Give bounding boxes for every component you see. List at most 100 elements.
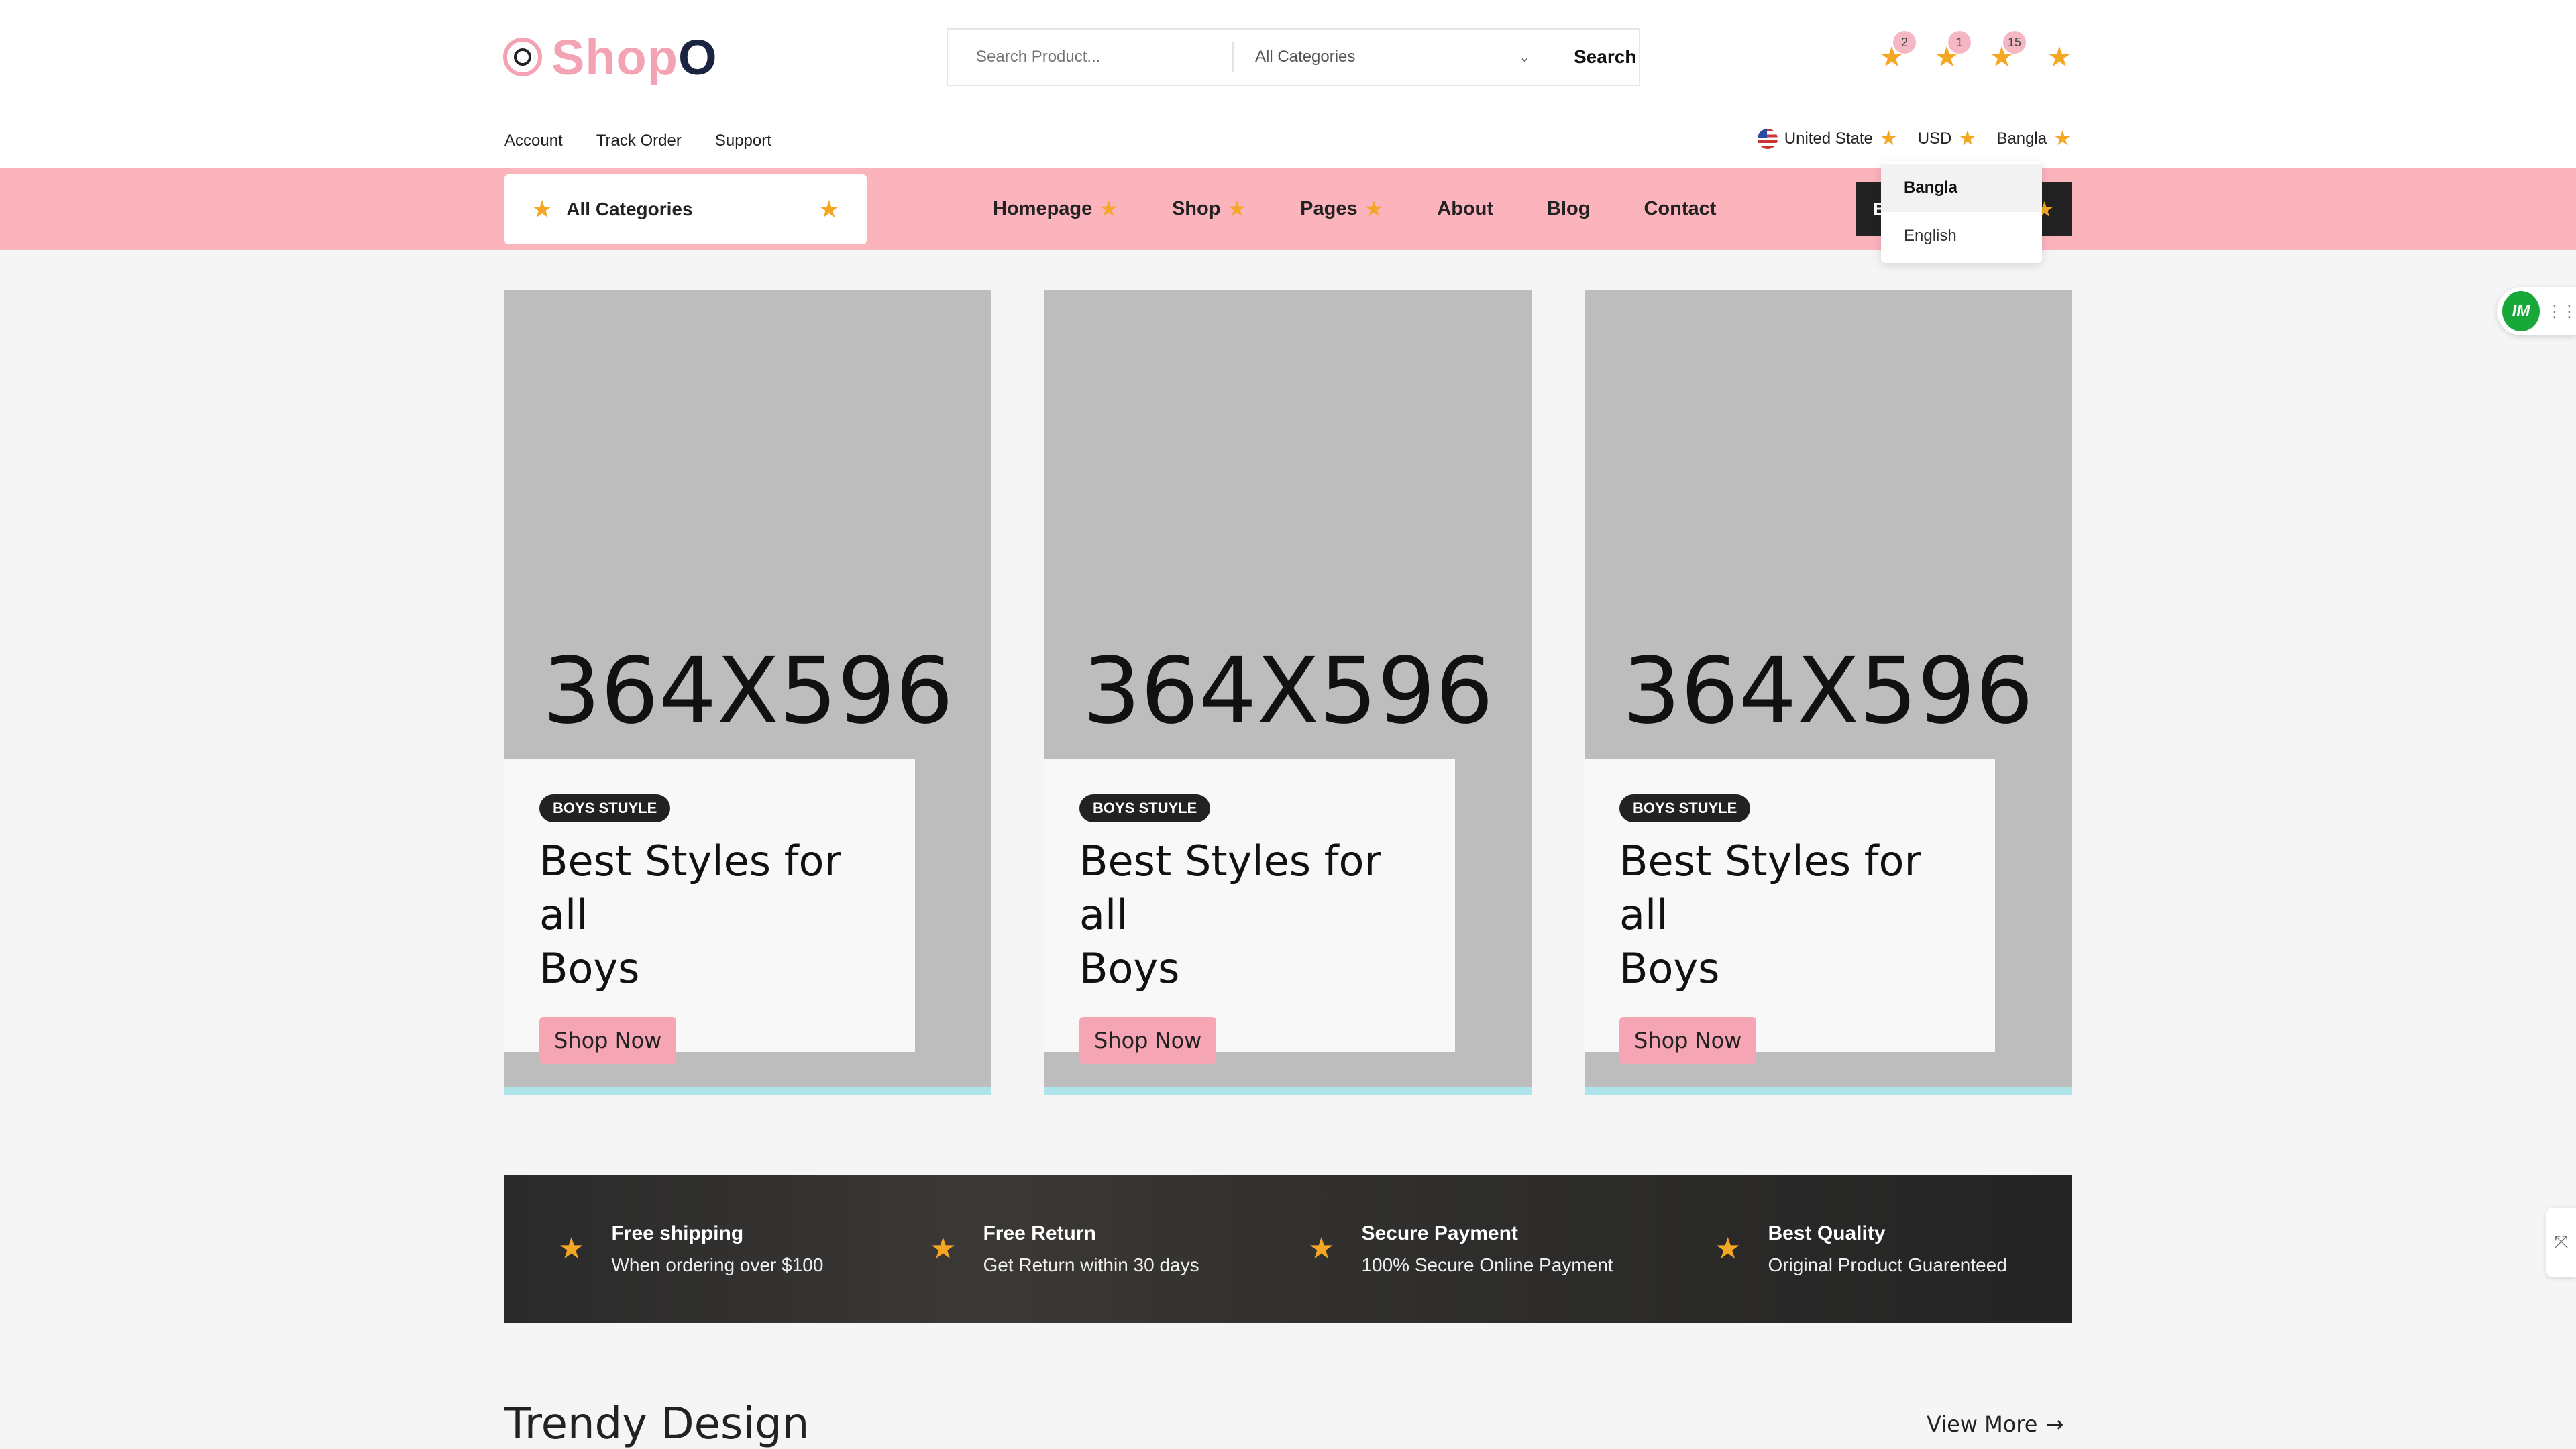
chevron-down-icon: ★: [818, 195, 840, 223]
nav-item-label: Pages: [1300, 197, 1358, 219]
category-select-label: All Categories: [1255, 48, 1356, 66]
banner-card[interactable]: 364X596 BOYS STUYLE Best Styles for all B…: [1044, 290, 1532, 1095]
side-tab-icon[interactable]: ⤧: [2546, 1208, 2576, 1277]
feature-title: Best Quality: [1768, 1222, 1886, 1244]
wishlist-count-badge: 1: [1948, 31, 1971, 54]
language-label: Bangla: [1996, 129, 2047, 148]
feature-title: Free shipping: [611, 1222, 744, 1244]
feature-item: ★ Secure Payment 100% Secure Online Payme…: [1308, 1175, 1613, 1323]
feature-desc: When ordering over $100: [611, 1254, 824, 1275]
banner-tag: BOYS STUYLE: [1079, 794, 1211, 822]
support-link[interactable]: Support: [715, 131, 771, 150]
widget-logo-icon: IM: [2502, 291, 2540, 331]
logo-text: ShopO: [551, 29, 718, 85]
language-option-english[interactable]: English: [1881, 212, 2042, 260]
chevron-down-icon: ★: [1364, 197, 1384, 221]
wishlist-icon[interactable]: ★ 1: [1932, 31, 1971, 72]
secure-payment-icon: ★: [1308, 1232, 1335, 1265]
shop-now-button[interactable]: Shop Now: [1079, 1017, 1217, 1064]
all-categories-label: All Categories: [566, 199, 693, 219]
nav-item-shop[interactable]: Shop ★: [1172, 198, 1246, 220]
nav-item-contact[interactable]: Contact: [1644, 198, 1716, 220]
nav-item-label: Shop: [1171, 197, 1221, 219]
track-order-link[interactable]: Track Order: [596, 131, 682, 150]
compare-count-badge: 2: [1893, 31, 1916, 54]
cart-icon[interactable]: ★ 15: [1987, 31, 2026, 72]
image-placeholder: 364X596: [1082, 639, 1494, 745]
feature-item: ★ Best Quality Original Product Guarentee…: [1715, 1175, 2007, 1323]
site-logo[interactable]: ShopO: [503, 27, 718, 87]
us-flag-icon: [1757, 129, 1778, 149]
chevron-down-icon: ★: [1879, 127, 1898, 150]
categories-menu-icon: ★: [531, 195, 553, 223]
main-nav: Homepage ★ Shop ★ Pages ★ About Blog Contac…: [993, 168, 1716, 250]
feature-title: Secure Payment: [1361, 1222, 1518, 1244]
nav-item-homepage[interactable]: Homepage ★: [993, 198, 1118, 220]
banner-tag: BOYS STUYLE: [539, 794, 671, 822]
chevron-down-icon: ★: [1958, 127, 1977, 150]
language-select[interactable]: Bangla ★: [1996, 129, 2072, 149]
nav-item-label: Homepage: [993, 197, 1093, 219]
banner-accent-bar: [504, 1087, 991, 1095]
banner-title: Best Styles for all Boys: [1079, 837, 1381, 993]
currency-select[interactable]: USD ★: [1918, 129, 1977, 149]
image-placeholder: 364X596: [542, 639, 954, 745]
return-icon: ★: [930, 1232, 957, 1265]
banner-content: BOYS STUYLE Best Styles for all Boys Shop…: [1044, 759, 1455, 1064]
banner-card[interactable]: 364X596 BOYS STUYLE Best Styles for all B…: [1585, 290, 2072, 1095]
search-button[interactable]: Search: [1574, 46, 1636, 68]
logo-mark-icon: [503, 38, 542, 76]
nav-item-about[interactable]: About: [1437, 198, 1493, 220]
feature-item: ★ Free shipping When ordering over $100: [558, 1175, 823, 1323]
category-select[interactable]: All Categories ⌄: [1255, 48, 1537, 66]
section-title: Trendy Design: [504, 1399, 810, 1449]
feature-item: ★ Free Return Get Return within 30 days: [930, 1175, 1199, 1323]
search-divider: [1232, 42, 1234, 72]
chevron-down-icon: ★: [1099, 197, 1118, 221]
banner-title: Best Styles for all Boys: [1619, 837, 1921, 993]
search-input[interactable]: [975, 47, 1226, 67]
language-option-bangla[interactable]: Bangla: [1881, 164, 2042, 212]
feature-title: Free Return: [983, 1222, 1096, 1244]
shop-now-button[interactable]: Shop Now: [539, 1017, 677, 1064]
all-categories-button[interactable]: ★ All Categories ★: [504, 174, 867, 244]
feature-desc: Original Product Guarenteed: [1768, 1254, 2007, 1275]
nav-item-label: Blog: [1547, 197, 1591, 219]
view-more-label: View More: [1927, 1411, 2038, 1437]
nav-item-label: About: [1437, 197, 1494, 219]
top-links: Account Track Order Support: [504, 131, 771, 150]
image-placeholder: 364X596: [1622, 639, 2034, 745]
locale-selectors: United State ★ USD ★ Bangla ★: [1757, 127, 2072, 150]
currency-label: USD: [1917, 129, 1952, 148]
floating-widget[interactable]: IM ⋮⋮: [2497, 287, 2576, 335]
view-more-link[interactable]: View More →: [1927, 1411, 2063, 1437]
header-top: ShopO All Categories ⌄ Search ★2 ★1 ★15 …: [0, 0, 2576, 168]
nav-item-pages[interactable]: Pages ★: [1300, 198, 1383, 220]
banner-accent-bar: [1585, 1087, 2072, 1095]
search-bar: All Categories ⌄ Search: [947, 28, 1640, 86]
quality-icon: ★: [1715, 1232, 1741, 1265]
banner-card[interactable]: 364X596 BOYS STUYLE Best Styles for all B…: [504, 290, 991, 1095]
account-link[interactable]: Account: [504, 131, 563, 150]
features-strip: ★ Free shipping When ordering over $100 ★…: [504, 1175, 2072, 1323]
nav-item-blog[interactable]: Blog: [1547, 198, 1590, 220]
banner-title: Best Styles for all Boys: [539, 837, 841, 993]
nav-item-label: Contact: [1644, 197, 1717, 219]
main-nav-bar: ★ All Categories ★ Homepage ★ Shop ★ Pages…: [0, 168, 2576, 250]
feature-desc: 100% Secure Online Payment: [1361, 1254, 1613, 1275]
banner-accent-bar: [1044, 1087, 1532, 1095]
banner-content: BOYS STUYLE Best Styles for all Boys Shop…: [504, 759, 915, 1064]
chevron-down-icon: ★: [2053, 127, 2072, 150]
chevron-down-icon: ⌄: [1519, 50, 1530, 65]
compare-icon[interactable]: ★ 2: [1877, 31, 1916, 72]
cart-count-badge: 15: [2003, 31, 2026, 54]
user-icon[interactable]: ★: [2045, 41, 2074, 72]
shipping-icon: ★: [558, 1232, 585, 1265]
language-dropdown: Bangla English: [1881, 161, 2042, 263]
shop-now-button[interactable]: Shop Now: [1619, 1017, 1757, 1064]
banner-content: BOYS STUYLE Best Styles for all Boys Shop…: [1585, 759, 1995, 1064]
drag-handle-icon[interactable]: ⋮⋮: [2546, 302, 2576, 321]
country-label: United State: [1784, 129, 1873, 148]
arrow-right-icon: →: [2045, 1411, 2064, 1437]
country-select[interactable]: United State ★: [1757, 127, 1898, 150]
